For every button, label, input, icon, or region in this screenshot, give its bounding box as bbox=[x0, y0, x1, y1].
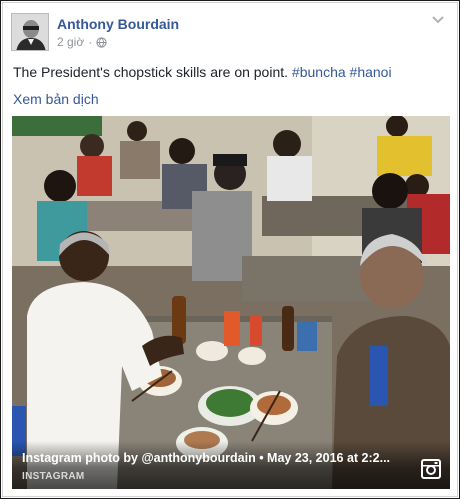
author-name[interactable]: Anthony Bourdain bbox=[57, 16, 179, 32]
post-meta: 2 giờ · bbox=[57, 35, 107, 49]
facebook-post: Anthony Bourdain 2 giờ · The President's… bbox=[2, 2, 458, 497]
screenshot-frame: Anthony Bourdain 2 giờ · The President's… bbox=[0, 0, 460, 499]
globe-icon bbox=[96, 36, 107, 48]
post-text: The President's chopstick skills are on … bbox=[13, 64, 289, 80]
meta-separator: · bbox=[88, 35, 93, 49]
post-message: The President's chopstick skills are on … bbox=[13, 64, 392, 80]
hashtag-hanoi[interactable]: #hanoi bbox=[350, 64, 392, 80]
hashtag-buncha[interactable]: #buncha bbox=[292, 64, 346, 80]
source-label: INSTAGRAM bbox=[22, 471, 85, 482]
chevron-down-icon[interactable] bbox=[431, 15, 445, 25]
instagram-icon[interactable] bbox=[421, 459, 441, 479]
photo-illustration bbox=[12, 116, 450, 489]
post-timestamp[interactable]: 2 giờ bbox=[57, 35, 84, 49]
see-translation-link[interactable]: Xem bản dịch bbox=[13, 91, 99, 107]
post-photo[interactable]: Instagram photo by @anthonybourdain • Ma… bbox=[12, 116, 450, 489]
instagram-caption[interactable]: Instagram photo by @anthonybourdain • Ma… bbox=[22, 451, 412, 465]
avatar[interactable] bbox=[11, 13, 49, 51]
